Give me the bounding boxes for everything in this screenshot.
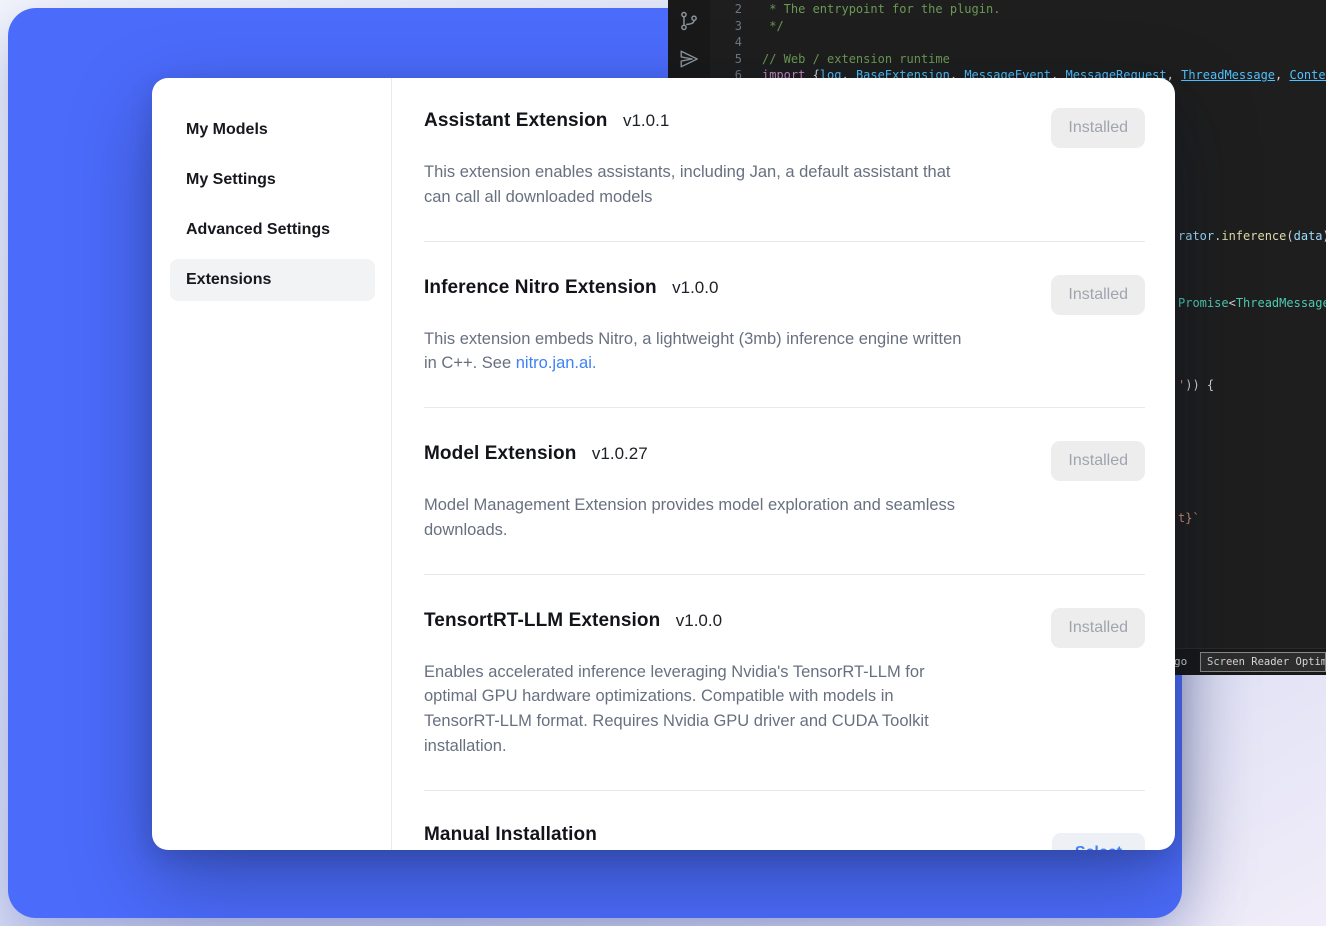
extension-version: v1.0.27 [592,444,648,463]
select-file-button[interactable]: Select [1052,833,1145,850]
code-fragment: t}` [1178,510,1200,527]
code-fragment: ')) { [1178,377,1214,394]
extension-description: Model Management Extension provides mode… [424,493,969,543]
extension-version: v1.0.0 [672,278,718,297]
code-token: */ [762,19,784,33]
code-line: 5 // Web / extension runtime [710,51,1326,68]
installed-button[interactable]: Installed [1051,108,1145,148]
editor-code-area: 2 * The entrypoint for the plugin. 3 */ … [710,1,1326,84]
code-token: < [1229,296,1236,310]
sidebar-item-my-models[interactable]: My Models [170,109,375,151]
extension-title: Model Extension [424,443,576,464]
sidebar-item-advanced-settings[interactable]: Advanced Settings [170,209,375,251]
settings-sidebar: My Models My Settings Advanced Settings … [152,78,392,850]
line-number: 2 [710,1,762,18]
code-token: inference [1221,229,1286,243]
code-line: 3 */ [710,18,1326,35]
line-number: 5 [710,51,762,68]
source-control-icon[interactable] [678,10,700,32]
code-token: data [1294,229,1323,243]
code-token: * The entrypoint for the plugin. [762,2,1000,16]
code-token: ThreadMessage [1236,296,1326,310]
code-token: ThreadMessage [1181,68,1275,82]
code-token: )) { [1185,378,1214,392]
extension-description: This extension embeds Nitro, a lightweig… [424,327,969,377]
extension-description: Enables accelerated inference leveraging… [424,660,969,759]
code-token: , [1167,68,1181,82]
code-text: */ [762,18,784,35]
extension-row-tensorrt: TensortRT-LLM Extension v1.0.0 Installed… [424,575,1145,791]
sidebar-item-extensions[interactable]: Extensions [170,259,375,301]
installed-button[interactable]: Installed [1051,608,1145,648]
code-token: rator [1178,229,1214,243]
screen-reader-chip[interactable]: Screen Reader Optimize [1200,652,1326,672]
extension-row-assistant: Assistant Extension v1.0.1 Installed Thi… [424,108,1145,242]
extension-version: v1.0.1 [623,111,669,130]
extension-title: Assistant Extension [424,110,608,131]
send-icon[interactable] [678,48,700,70]
line-number: 4 [710,34,762,51]
installed-button[interactable]: Installed [1051,275,1145,315]
settings-modal: My Models My Settings Advanced Settings … [152,78,1175,850]
code-fragment: rator.inference(data)); [1178,228,1326,245]
code-line: 4 [710,34,1326,51]
code-token: ( [1286,229,1293,243]
manual-installation-row: Manual Installation Select an extension … [424,791,1145,851]
status-text: go [1174,655,1187,668]
extension-version: v1.0.0 [676,611,722,630]
nitro-link[interactable]: nitro.jan.ai. [516,354,597,372]
extension-row-nitro: Inference Nitro Extension v1.0.0 Install… [424,242,1145,409]
extension-row-model: Model Extension v1.0.27 Installed Model … [424,408,1145,575]
code-token: Promise [1178,296,1229,310]
code-token: )); [1323,229,1326,243]
extensions-panel: Assistant Extension v1.0.1 Installed Thi… [392,78,1175,850]
extension-description: This extension enables assistants, inclu… [424,160,969,210]
code-text: * The entrypoint for the plugin. [762,1,1000,18]
extension-title: TensortRT-LLM Extension [424,610,660,631]
code-token: // Web / extension runtime [762,52,950,66]
extension-title: Inference Nitro Extension [424,277,657,298]
manual-installation-title: Manual Installation [424,824,597,845]
line-number: 3 [710,18,762,35]
code-text: // Web / extension runtime [762,51,950,68]
installed-button[interactable]: Installed [1051,441,1145,481]
code-token: , [1275,68,1289,82]
code-line: 2 * The entrypoint for the plugin. [710,1,1326,18]
description-text: This extension embeds Nitro, a lightweig… [424,330,961,373]
sidebar-item-my-settings[interactable]: My Settings [170,159,375,201]
code-fragment: Promise<ThreadMessage> [1178,295,1326,312]
code-token: ContentType [1289,68,1326,82]
code-token: t}` [1178,511,1200,525]
